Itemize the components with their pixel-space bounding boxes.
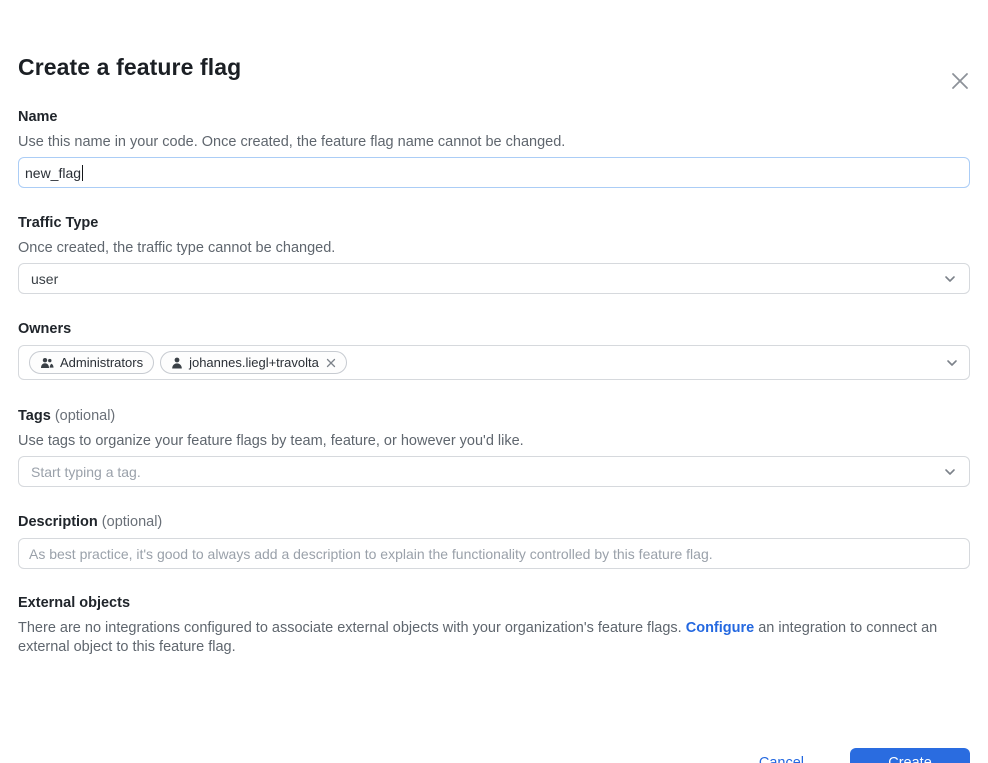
text-cursor — [82, 165, 83, 181]
page-title: Create a feature flag — [18, 52, 970, 82]
external-objects-text: There are no integrations configured to … — [18, 619, 970, 656]
owner-chip-administrators[interactable]: Administrators — [29, 351, 154, 374]
owners-select[interactable]: Administrators johannes.liegl+travolta — [18, 345, 970, 380]
configure-link[interactable]: Configure — [686, 620, 754, 636]
traffic-type-select[interactable]: user — [18, 263, 970, 294]
description-label: Description (optional) — [18, 513, 970, 531]
name-section: Name Use this name in your code. Once cr… — [18, 108, 970, 188]
owner-chip-label: Administrators — [60, 355, 143, 370]
chevron-down-icon — [943, 465, 957, 479]
name-label: Name — [18, 108, 970, 126]
tags-label: Tags (optional) — [18, 407, 970, 425]
user-icon — [171, 357, 183, 369]
description-optional-suffix: (optional) — [102, 514, 162, 530]
modal-footer: Cancel Create — [759, 748, 970, 763]
tags-help-text: Use tags to organize your feature flags … — [18, 432, 970, 450]
owner-chip-user[interactable]: johannes.liegl+travolta — [160, 351, 347, 374]
create-button[interactable]: Create — [850, 748, 970, 763]
external-objects-label: External objects — [18, 594, 970, 612]
close-icon — [950, 71, 970, 91]
name-input-value: new_flag — [25, 165, 81, 181]
traffic-type-help-text: Once created, the traffic type cannot be… — [18, 239, 970, 257]
create-feature-flag-modal: Create a feature flag Name Use this name… — [0, 52, 988, 763]
owners-section: Owners Administrators johannes.liegl+tra… — [18, 320, 970, 380]
tags-select[interactable]: Start typing a tag. — [18, 456, 970, 487]
traffic-type-label: Traffic Type — [18, 214, 970, 232]
name-input[interactable]: new_flag — [18, 157, 970, 188]
chevron-down-icon — [943, 272, 957, 286]
description-input[interactable] — [18, 538, 970, 569]
tags-optional-suffix: (optional) — [55, 408, 115, 424]
traffic-type-section: Traffic Type Once created, the traffic t… — [18, 214, 970, 294]
remove-owner-button[interactable] — [326, 358, 336, 368]
chevron-down-icon — [945, 356, 959, 370]
cancel-button[interactable]: Cancel — [759, 755, 804, 763]
group-icon — [40, 357, 54, 369]
description-section: Description (optional) — [18, 513, 970, 569]
external-objects-text-before: There are no integrations configured to … — [18, 620, 686, 636]
tags-section: Tags (optional) Use tags to organize you… — [18, 407, 970, 487]
owner-chip-label: johannes.liegl+travolta — [189, 355, 319, 370]
traffic-type-value: user — [31, 271, 58, 287]
external-objects-section: External objects There are no integratio… — [18, 594, 970, 656]
tags-placeholder: Start typing a tag. — [31, 464, 141, 480]
name-help-text: Use this name in your code. Once created… — [18, 133, 970, 151]
remove-icon — [326, 358, 336, 368]
owners-label: Owners — [18, 320, 970, 338]
close-button[interactable] — [947, 68, 973, 94]
